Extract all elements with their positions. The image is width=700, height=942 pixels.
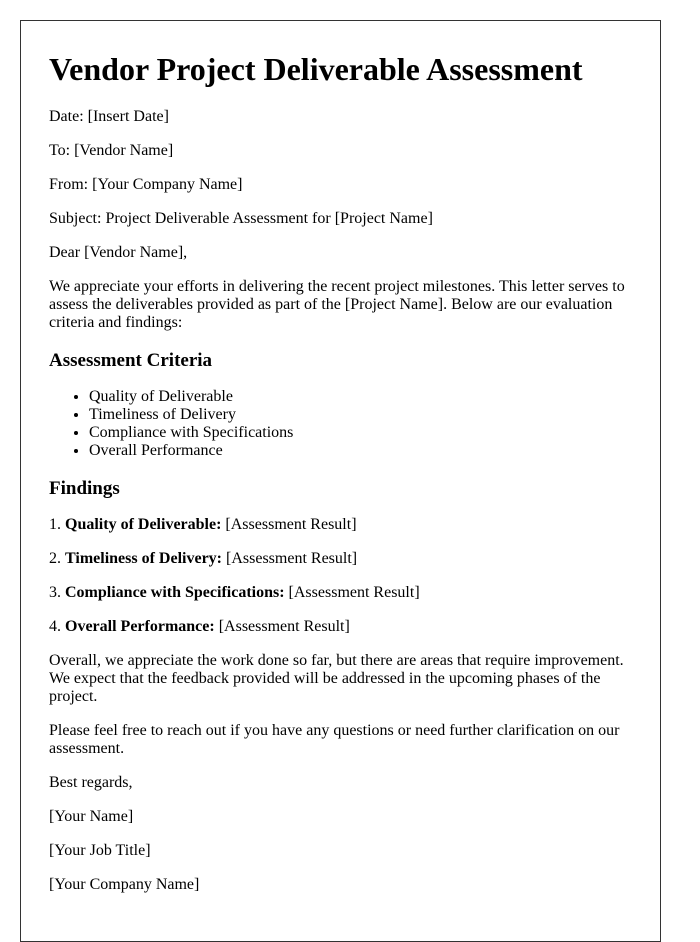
from-line: From: [Your Company Name]: [49, 176, 243, 193]
finding-label: Compliance with Specifications:: [65, 584, 285, 601]
criteria-item: Overall Performance: [89, 442, 631, 460]
finding-number: 1.: [49, 516, 65, 533]
letter-title: Vendor Project Deliverable Assessment: [49, 51, 583, 87]
criteria-item: Compliance with Specifications: [89, 424, 631, 442]
finding-item: 2. Timeliness of Delivery: [Assessment R…: [49, 550, 631, 568]
finding-value: [Assessment Result]: [284, 584, 420, 601]
signature-name: [Your Name]: [49, 808, 134, 825]
finding-number: 2.: [49, 550, 65, 567]
intro-paragraph: We appreciate your efforts in delivering…: [49, 278, 625, 331]
finding-item: 3. Compliance with Specifications: [Asse…: [49, 584, 631, 602]
signature-company: [Your Company Name]: [49, 876, 200, 893]
finding-item: 4. Overall Performance: [Assessment Resu…: [49, 618, 631, 636]
finding-label: Quality of Deliverable:: [65, 516, 222, 533]
finding-value: [Assessment Result]: [222, 550, 358, 567]
finding-number: 4.: [49, 618, 65, 635]
finding-label: Timeliness of Delivery:: [65, 550, 223, 567]
salutation: Dear [Vendor Name],: [49, 244, 188, 261]
to-line: To: [Vendor Name]: [49, 142, 174, 159]
findings-heading: Findings: [49, 478, 120, 499]
signoff: Best regards,: [49, 774, 133, 791]
finding-value: [Assessment Result]: [221, 516, 357, 533]
finding-number: 3.: [49, 584, 65, 601]
contact-paragraph: Please feel free to reach out if you hav…: [49, 722, 620, 757]
subject-line: Subject: Project Deliverable Assessment …: [49, 210, 433, 227]
finding-label: Overall Performance:: [65, 618, 215, 635]
criteria-item: Timeliness of Delivery: [89, 406, 631, 424]
letter-container: Vendor Project Deliverable Assessment Da…: [20, 20, 661, 942]
closing-paragraph: Overall, we appreciate the work done so …: [49, 652, 624, 705]
criteria-item: Quality of Deliverable: [89, 388, 631, 406]
finding-item: 1. Quality of Deliverable: [Assessment R…: [49, 516, 631, 534]
date-line: Date: [Insert Date]: [49, 108, 169, 125]
signature-job-title: [Your Job Title]: [49, 842, 151, 859]
criteria-heading: Assessment Criteria: [49, 350, 213, 371]
criteria-list: Quality of Deliverable Timeliness of Del…: [49, 388, 631, 460]
finding-value: [Assessment Result]: [214, 618, 350, 635]
